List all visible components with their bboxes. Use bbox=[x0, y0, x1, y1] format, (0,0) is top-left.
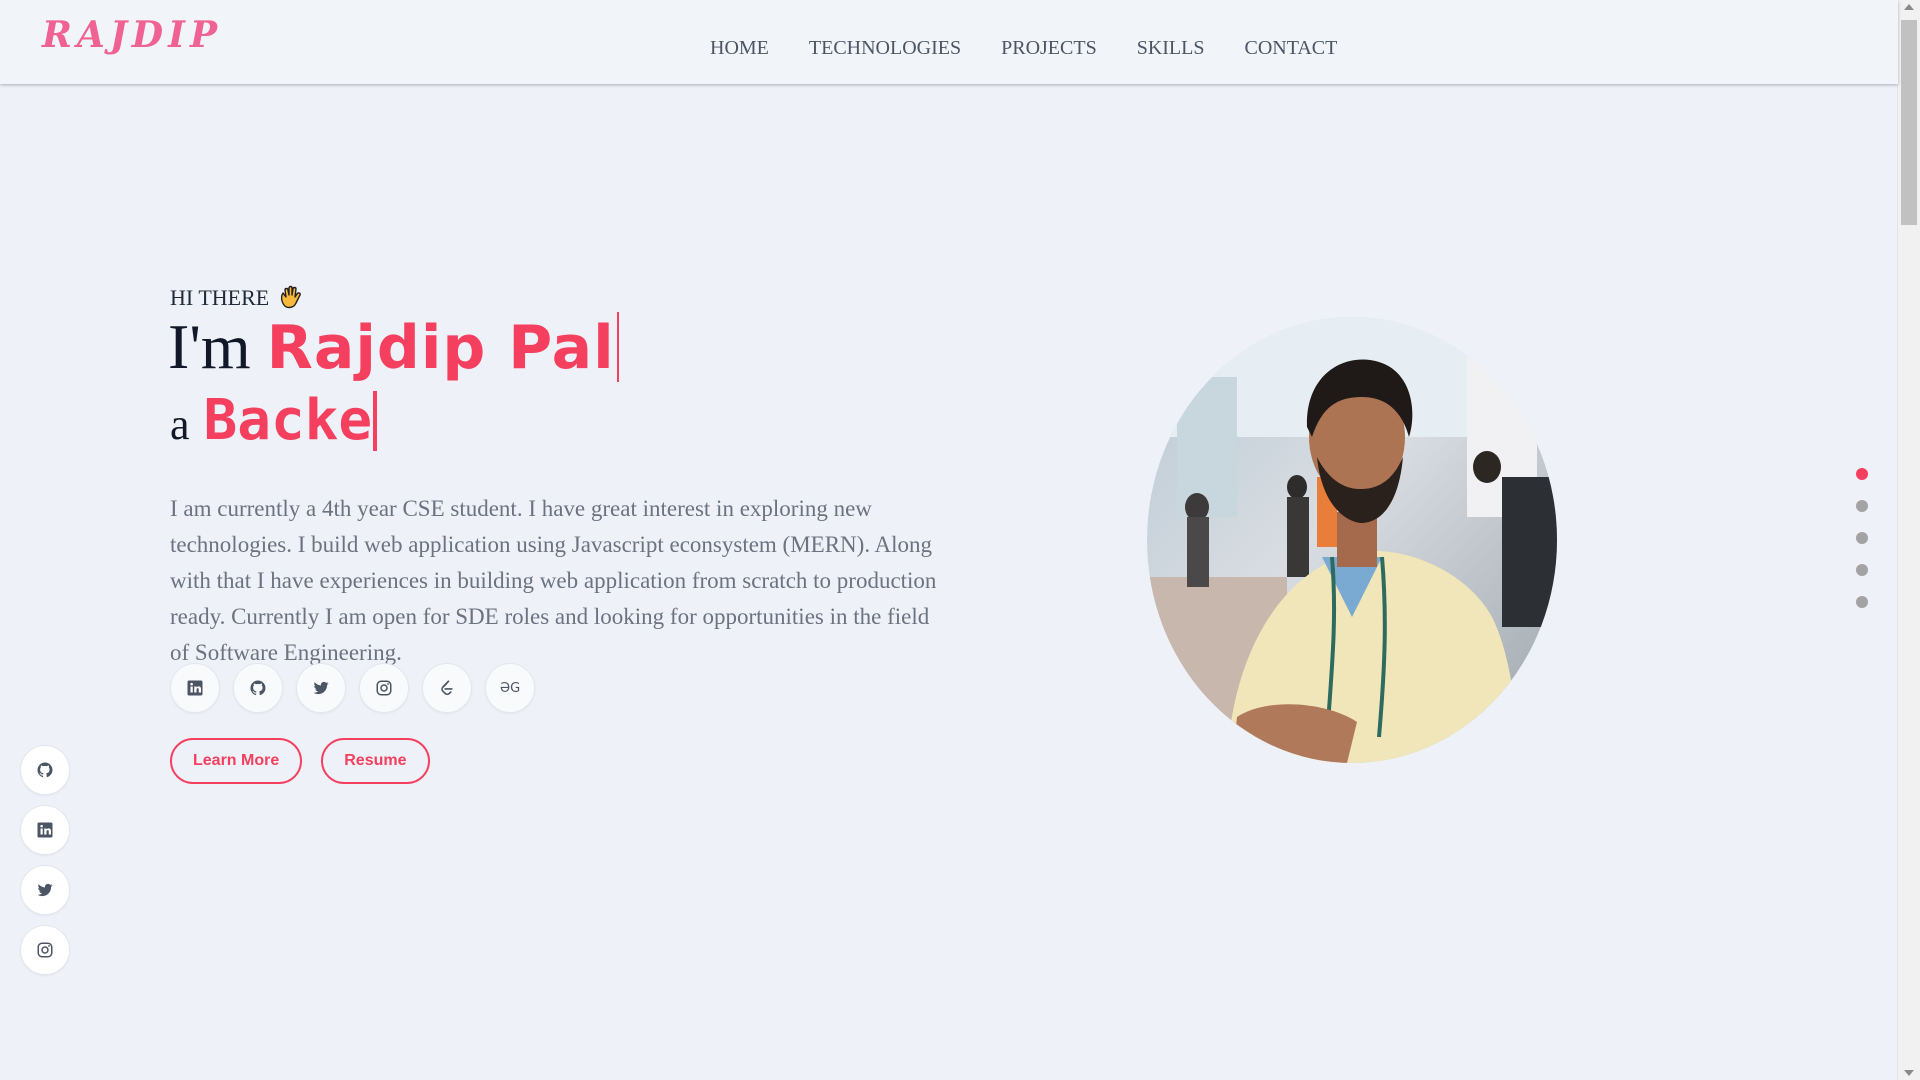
section-dot-skills[interactable] bbox=[1856, 564, 1868, 576]
site-header: RAJDIP HOME TECHNOLOGIES PROJECTS SKILLS… bbox=[0, 0, 1898, 84]
section-dot-contact[interactable] bbox=[1856, 596, 1868, 608]
instagram-icon bbox=[376, 680, 392, 696]
hero-bio: I am currently a 4th year CSE student. I… bbox=[170, 496, 937, 665]
nav-home[interactable]: HOME bbox=[710, 37, 769, 60]
site-logo[interactable]: RAJDIP bbox=[42, 14, 222, 56]
linkedin-icon bbox=[187, 680, 203, 696]
side-linkedin-link[interactable] bbox=[20, 805, 70, 855]
resume-button[interactable]: Resume bbox=[321, 738, 430, 784]
leetcode-link[interactable] bbox=[422, 663, 472, 713]
nav-technologies[interactable]: TECHNOLOGIES bbox=[809, 37, 961, 60]
github-icon bbox=[37, 762, 53, 778]
greeting-text: HI THERE bbox=[170, 285, 270, 310]
hero-actions: Learn More Resume bbox=[170, 738, 430, 784]
fixed-social-links bbox=[20, 745, 70, 975]
typed-role: Backe bbox=[203, 388, 373, 453]
role-prefix: a bbox=[170, 400, 190, 449]
twitter-icon bbox=[313, 681, 329, 695]
section-dot-projects[interactable] bbox=[1856, 532, 1868, 544]
typing-cursor bbox=[373, 390, 378, 451]
hero-greeting: HI THERE bbox=[170, 285, 303, 311]
nav-skills[interactable]: SKILLS bbox=[1137, 37, 1205, 60]
scrollbar-thumb[interactable] bbox=[1901, 20, 1917, 225]
linkedin-icon bbox=[37, 822, 53, 838]
github-link[interactable] bbox=[233, 663, 283, 713]
leetcode-icon bbox=[441, 680, 453, 696]
linkedin-link[interactable] bbox=[170, 663, 220, 713]
main-nav: HOME TECHNOLOGIES PROJECTS SKILLS CONTAC… bbox=[710, 37, 1377, 60]
nav-projects[interactable]: PROJECTS bbox=[1001, 37, 1097, 60]
hero-role-line: a Backe bbox=[170, 388, 378, 453]
hero-name-line: I'm Rajdip Pal bbox=[168, 310, 619, 384]
section-dot-technologies[interactable] bbox=[1856, 500, 1868, 512]
typing-cursor bbox=[616, 312, 619, 382]
scroll-down-arrow-icon[interactable] bbox=[1904, 1070, 1914, 1076]
twitter-icon bbox=[37, 883, 53, 897]
side-instagram-link[interactable] bbox=[20, 925, 70, 975]
github-icon bbox=[250, 680, 266, 696]
scroll-up-arrow-icon[interactable] bbox=[1904, 4, 1914, 10]
instagram-link[interactable] bbox=[359, 663, 409, 713]
waving-hand-icon bbox=[277, 285, 303, 311]
geeksforgeeks-link[interactable]: ƏG bbox=[485, 663, 535, 713]
instagram-icon bbox=[37, 942, 53, 958]
side-twitter-link[interactable] bbox=[20, 865, 70, 915]
page-scrollbar[interactable] bbox=[1897, 0, 1920, 1080]
section-dot-home[interactable] bbox=[1856, 468, 1868, 480]
learn-more-button[interactable]: Learn More bbox=[170, 738, 303, 784]
side-github-link[interactable] bbox=[20, 745, 70, 795]
hero-name: Rajdip Pal bbox=[266, 313, 615, 383]
section-dots bbox=[1856, 468, 1868, 608]
nav-contact[interactable]: CONTACT bbox=[1245, 37, 1338, 60]
name-prefix: I'm bbox=[168, 311, 251, 382]
profile-photo bbox=[1147, 317, 1557, 763]
twitter-link[interactable] bbox=[296, 663, 346, 713]
hero-social-links: ƏG bbox=[170, 663, 535, 713]
geeksforgeeks-icon: ƏG bbox=[499, 680, 521, 696]
